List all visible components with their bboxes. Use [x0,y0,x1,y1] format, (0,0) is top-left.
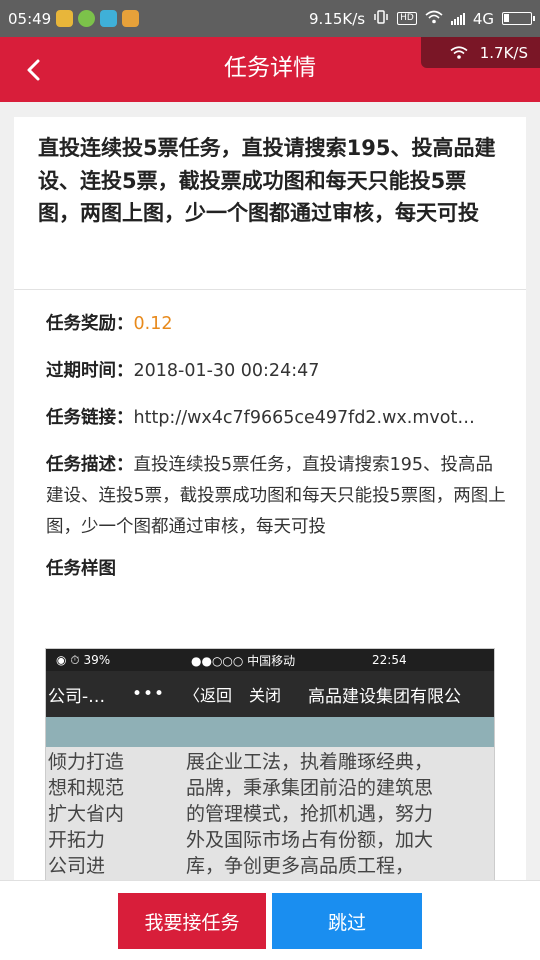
battery-icon [502,12,535,25]
sample-more-icon: ••• [132,684,166,704]
article-line: 扩大省内 [48,803,125,825]
article-line: 的管理模式，抢抓机遇，努力 [186,803,434,825]
chevron-left-icon [27,59,40,81]
speed-overlay: 1.7K/S [421,37,540,68]
vibrate-icon [373,9,389,28]
sample-close: 关闭 [249,686,282,705]
sample-status-left: ◉ ⏱ 39% [56,652,111,667]
desc-label: 任务描述： [46,455,134,475]
sample-time: 22:54 [372,653,407,667]
reward-value: 0.12 [133,314,173,334]
reward-label: 任务奖励： [46,314,134,334]
expire-value: 2018-01-30 00:24:47 [133,361,320,381]
article-line: 开拓力 [48,829,106,851]
expire-label: 过期时间： [46,361,134,381]
sample-article: 倾力打造 想和规范 扩大省内 开拓力 公司进 展企业工法，执着雕琢经典， 品牌，… [46,749,494,887]
app-header: 任务详情 1.7K/S [0,37,540,102]
expire-row: 过期时间： 2018-01-30 00:24:47 [46,353,526,400]
network-type: 4G [472,9,494,28]
wifi-icon [425,10,443,28]
reward-row: 任务奖励： 0.12 [46,306,526,353]
article-line: 倾力打造 [48,751,125,773]
app-notification-icon [56,10,74,27]
network-speed: 9.15K/s [309,9,366,28]
article-line: 公司进 [48,855,106,877]
task-info: 任务奖励： 0.12 过期时间： 2018-01-30 00:24:47 任务链… [14,290,526,580]
signal-icon [450,12,465,25]
sample-carrier: ●●○○○ 中国移动 [191,653,296,668]
app-notification-icon [122,10,140,27]
overlay-speed-value: 1.7K/S [479,43,528,62]
article-line: 展企业工法，执着雕琢经典， [186,751,434,773]
sample-back: 〈返回 [184,686,233,705]
sample-label: 任务样图 [46,559,116,579]
app-notification-icon [78,10,96,27]
clock: 05:49 [8,9,52,28]
task-link[interactable]: http://wx4c7f9665ce497fd2.wx.mvote.net/w… [134,408,478,428]
task-title: 直投连续投5票任务，直投请搜索195、投高品建设、连投5票，截投票成功图和每天只… [14,117,526,290]
sample-status-bar: ◉ ⏱ 39% ●●○○○ 中国移动 22:54 [46,649,494,671]
sample-image[interactable]: ◉ ⏱ 39% ●●○○○ 中国移动 22:54 公司-… ••• 〈返回 关闭… [45,648,495,888]
article-line: 库，争创更多高品质工程， [186,855,415,877]
skip-button[interactable]: 跳过 [272,893,422,949]
status-bar: 05:49 9.15K/s HD 4G [0,0,540,37]
article-line: 想和规范 [48,777,125,799]
sample-highlight-band [46,717,494,747]
app-notification-icon [100,10,118,27]
sample-nav-title: 高品建设集团有限公 [308,686,461,707]
bottom-action-bar: 我要接任务 跳过 [0,880,540,960]
accept-task-button[interactable]: 我要接任务 [118,893,266,949]
back-button[interactable] [14,51,52,89]
sample-nav-left: 公司-… [48,686,106,707]
wifi-icon [450,46,468,59]
sample-nav-bar: 公司-… ••• 〈返回 关闭 高品建设集团有限公 [46,671,494,717]
link-row: 任务链接： http://wx4c7f9665ce497fd2.wx.mvote… [46,400,526,447]
sample-article-right: 展企业工法，执着雕琢经典， 品牌，秉承集团前沿的建筑思 的管理模式，抢抓机遇，努… [186,749,433,879]
link-label: 任务链接： [46,408,134,428]
article-line: 品牌，秉承集团前沿的建筑思 [186,777,434,799]
article-line: 外及国际市场占有份额，加大 [186,829,434,851]
description: 任务描述：直投连续投5票任务，直投请搜索195、投高品建设、连投5票，截投票成功… [46,450,526,543]
sample-article-left: 倾力打造 想和规范 扩大省内 开拓力 公司进 [48,749,124,879]
hd-icon: HD [397,12,417,25]
